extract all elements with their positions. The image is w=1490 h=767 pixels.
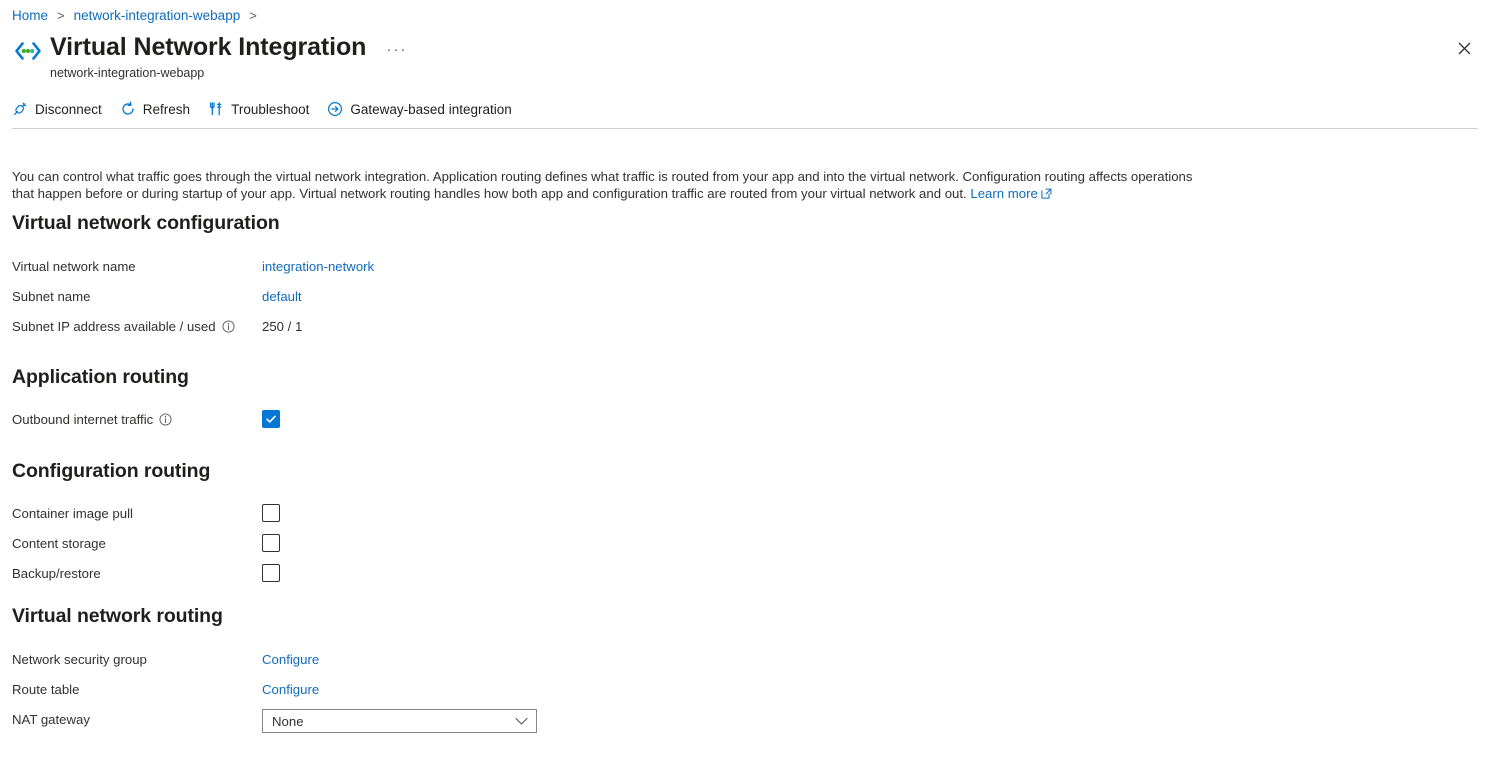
field-container-image-pull: Container image pull — [12, 504, 280, 522]
field-label-content-storage: Content storage — [12, 536, 262, 551]
checkbox-outbound-internet-traffic[interactable] — [262, 410, 280, 428]
field-label-network-security-group: Network security group — [12, 652, 262, 667]
arrow-circle-right-icon — [327, 101, 350, 117]
refresh-button[interactable]: Refresh — [120, 96, 190, 122]
field-label-container-image-pull: Container image pull — [12, 506, 262, 521]
info-icon[interactable] — [222, 320, 235, 333]
nat-gateway-selected-value: None — [272, 714, 304, 729]
info-icon[interactable] — [159, 413, 172, 426]
virtual-network-name-link[interactable]: integration-network — [262, 259, 374, 274]
page-header: Virtual Network Integration network-inte… — [12, 31, 407, 81]
field-backup-restore: Backup/restore — [12, 564, 280, 582]
field-nat-gateway: NAT gateway — [12, 709, 262, 729]
close-icon[interactable] — [1452, 36, 1476, 60]
breadcrumb: Home > network-integration-webapp > — [12, 5, 266, 25]
section-heading-application-routing: Application routing — [12, 366, 189, 389]
field-label-outbound-internet-traffic-text: Outbound internet traffic — [12, 412, 153, 427]
field-label-virtual-network-name: Virtual network name — [12, 259, 262, 274]
field-subnet-ip-addresses: Subnet IP address available / used 250 /… — [12, 316, 302, 336]
gateway-based-integration-button[interactable]: Gateway-based integration — [327, 96, 511, 122]
field-label-subnet-name: Subnet name — [12, 289, 262, 304]
field-virtual-network-name: Virtual network name integration-network — [12, 256, 374, 276]
breadcrumb-item-webapp[interactable]: network-integration-webapp — [74, 8, 241, 23]
subnet-ip-addresses-value: 250 / 1 — [262, 319, 302, 334]
chevron-down-icon — [515, 717, 528, 726]
field-label-backup-restore: Backup/restore — [12, 566, 262, 581]
troubleshoot-button-label: Troubleshoot — [231, 102, 309, 117]
checkmark-icon — [265, 413, 277, 425]
subnet-name-link[interactable]: default — [262, 289, 302, 304]
troubleshoot-tools-icon — [208, 101, 231, 117]
checkbox-content-storage[interactable] — [262, 534, 280, 552]
field-route-table: Route table Configure — [12, 679, 319, 699]
code-brackets-icon — [12, 31, 44, 67]
field-subnet-name: Subnet name default — [12, 286, 302, 306]
field-network-security-group: Network security group Configure — [12, 649, 319, 669]
field-label-nat-gateway: NAT gateway — [12, 712, 262, 727]
nat-gateway-select[interactable]: None — [262, 709, 537, 733]
learn-more-link[interactable]: Learn more — [970, 186, 1037, 201]
header-divider — [12, 128, 1478, 129]
command-bar: Disconnect Refresh Troubleshoot — [12, 96, 530, 122]
section-heading-vnet-configuration: Virtual network configuration — [12, 212, 280, 235]
section-heading-vnet-routing: Virtual network routing — [12, 605, 223, 628]
field-label-subnet-ip-addresses-text: Subnet IP address available / used — [12, 319, 216, 334]
external-link-icon — [1041, 186, 1052, 203]
gateway-based-integration-button-label: Gateway-based integration — [350, 102, 511, 117]
field-label-subnet-ip-addresses: Subnet IP address available / used — [12, 319, 262, 334]
disconnect-plug-icon — [12, 101, 35, 117]
field-content-storage: Content storage — [12, 534, 280, 552]
refresh-icon — [120, 101, 143, 117]
more-options-button[interactable]: ··· — [386, 43, 407, 57]
breadcrumb-separator-trailing: > — [249, 8, 257, 23]
field-label-outbound-internet-traffic: Outbound internet traffic — [12, 412, 262, 427]
checkbox-backup-restore[interactable] — [262, 564, 280, 582]
page-title: Virtual Network Integration — [50, 31, 366, 63]
network-security-group-configure-link[interactable]: Configure — [262, 652, 319, 667]
refresh-button-label: Refresh — [143, 102, 190, 117]
disconnect-button[interactable]: Disconnect — [12, 96, 102, 122]
breadcrumb-separator: > — [57, 8, 65, 23]
section-heading-configuration-routing: Configuration routing — [12, 460, 210, 483]
field-outbound-internet-traffic: Outbound internet traffic — [12, 410, 280, 428]
disconnect-button-label: Disconnect — [35, 102, 102, 117]
vnet-integration-blade: Home > network-integration-webapp > Virt… — [0, 0, 1490, 767]
page-subtitle: network-integration-webapp — [50, 65, 366, 81]
route-table-configure-link[interactable]: Configure — [262, 682, 319, 697]
troubleshoot-button[interactable]: Troubleshoot — [208, 96, 309, 122]
breadcrumb-item-home[interactable]: Home — [12, 8, 48, 23]
field-label-route-table: Route table — [12, 682, 262, 697]
checkbox-container-image-pull[interactable] — [262, 504, 280, 522]
description-text: You can control what traffic goes throug… — [12, 168, 1207, 203]
